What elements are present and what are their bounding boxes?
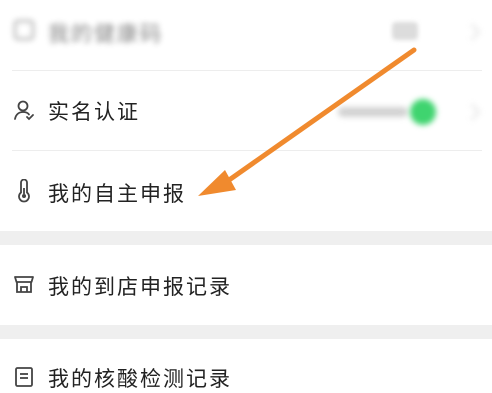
- section-divider: [0, 231, 492, 245]
- menu-item-health-code[interactable]: 我的健康码: [0, 0, 492, 62]
- store-icon: [12, 272, 36, 296]
- menu-item-real-name[interactable]: 实名认证: [0, 72, 492, 148]
- person-icon: [12, 98, 36, 122]
- menu-item-label: 我的健康码: [48, 22, 163, 46]
- health-code-badge: [392, 22, 418, 40]
- menu-item-label: 我的自主申报: [48, 182, 186, 206]
- chevron-right-icon: [463, 23, 481, 41]
- menu-item-nucleic-test-records[interactable]: 我的核酸检测记录: [0, 339, 492, 391]
- qr-code-icon: [12, 18, 36, 42]
- menu-item-label: 我的到店申报记录: [48, 275, 232, 299]
- document-list-icon: [12, 365, 36, 389]
- menu-item-store-declaration-records[interactable]: 我的到店申报记录: [0, 245, 492, 325]
- chevron-right-icon: [463, 103, 481, 121]
- menu-item-label: 我的核酸检测记录: [48, 367, 232, 391]
- section-divider: [0, 325, 492, 339]
- masked-name-value: [338, 107, 408, 117]
- menu-item-label: 实名认证: [48, 100, 140, 124]
- verified-indicator: [410, 99, 436, 125]
- row-divider: [12, 70, 482, 71]
- thermometer-icon: [12, 179, 36, 203]
- menu-item-self-declaration[interactable]: 我的自主申报: [0, 151, 492, 231]
